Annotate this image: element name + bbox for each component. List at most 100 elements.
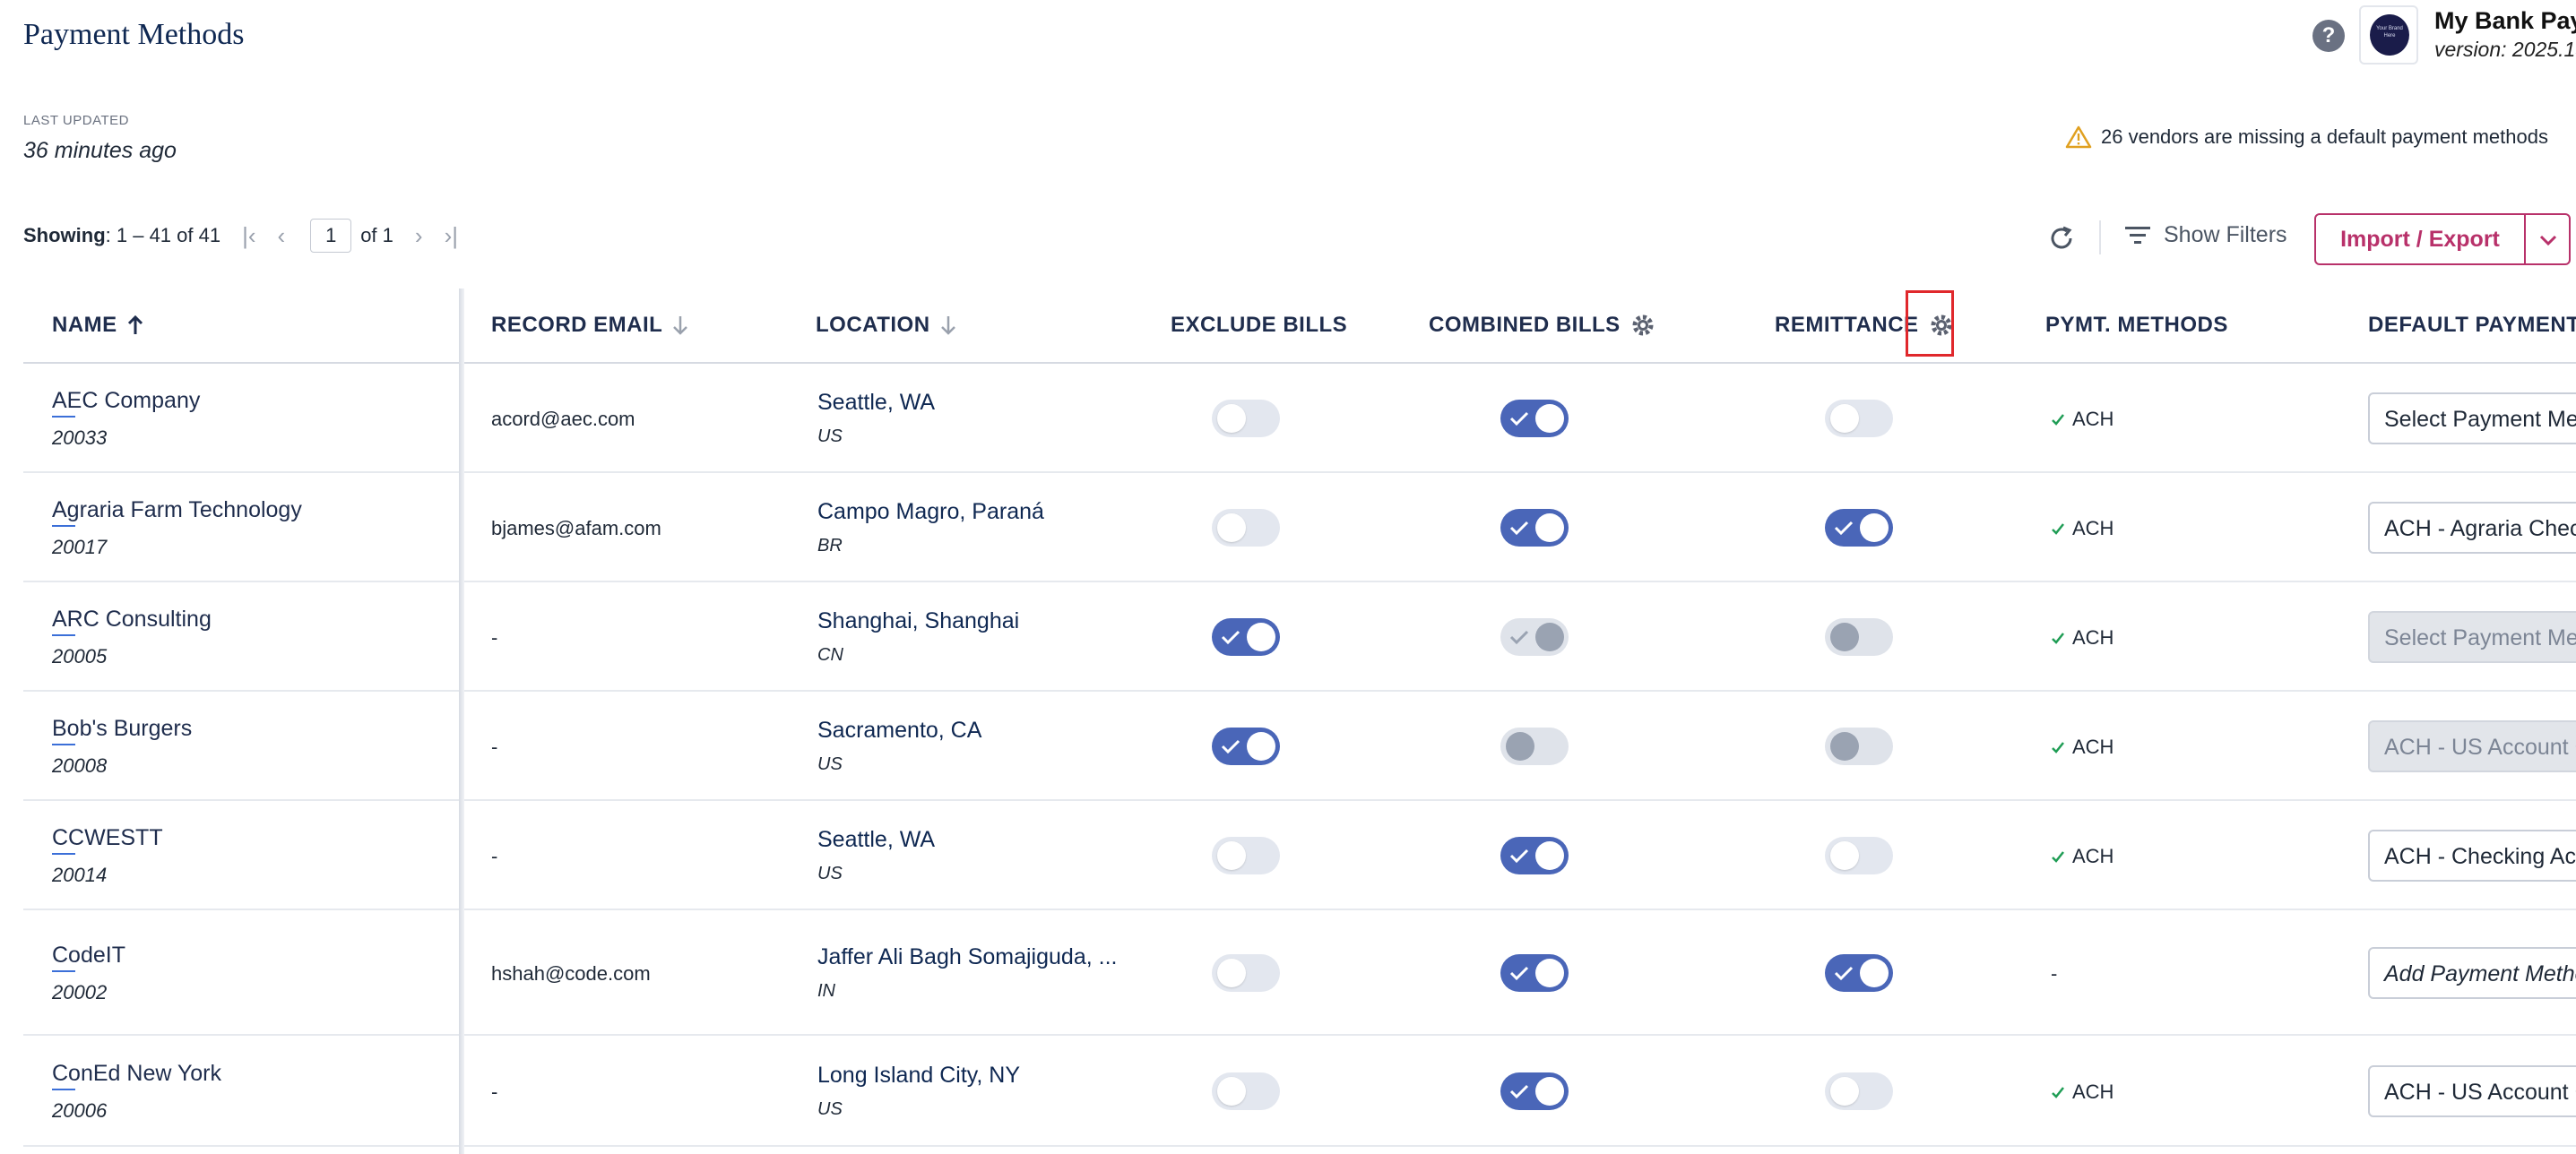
default-payment-select[interactable]: ACH - Checking Account bbox=[2368, 830, 2576, 882]
vendor-name[interactable]: ARC Consulting bbox=[52, 607, 212, 636]
location-cell: Sacramento, CA US bbox=[817, 718, 981, 775]
location-city: Long Island City, NY bbox=[817, 1063, 1021, 1088]
location-country: CN bbox=[817, 645, 843, 665]
toggle-knob bbox=[1535, 623, 1564, 651]
remittance-toggle[interactable] bbox=[1825, 400, 1893, 437]
vendor-name-cell[interactable]: ConEd New York 20006 bbox=[52, 1061, 221, 1123]
avatar: Your Brand Here bbox=[2370, 14, 2409, 56]
default-payment-select[interactable]: ACH - US Account Checking bbox=[2368, 1065, 2576, 1117]
exclude-bills-toggle[interactable] bbox=[1212, 400, 1280, 437]
chevron-down-icon bbox=[2539, 235, 2557, 246]
default-payment-select[interactable]: Select Payment Method bbox=[2368, 392, 2576, 444]
show-filters-button[interactable]: Show Filters bbox=[2124, 222, 2287, 248]
brand-version: version: 2025.15 bbox=[2434, 38, 2576, 61]
check-icon bbox=[2052, 414, 2064, 426]
record-email: - bbox=[491, 1081, 498, 1103]
remittance-toggle[interactable] bbox=[1825, 509, 1893, 547]
column-header-name[interactable]: NAME bbox=[52, 288, 144, 362]
payment-methods-cell: ACH bbox=[2051, 517, 2114, 540]
payment-method-label: ACH bbox=[2072, 845, 2114, 867]
record-email-cell: - bbox=[491, 1081, 497, 1104]
combined-bills-toggle bbox=[1500, 728, 1569, 765]
vendor-name[interactable]: CodeIT bbox=[52, 943, 125, 972]
record-email: bjames@afam.com bbox=[491, 517, 661, 539]
vendor-name-cell[interactable]: CodeIT 20002 bbox=[52, 943, 125, 1004]
location-city: Seattle, WA bbox=[817, 390, 936, 415]
payment-methods-cell: ACH bbox=[2051, 626, 2114, 650]
import-export-dropdown[interactable] bbox=[2524, 213, 2571, 265]
brand-logo[interactable]: Your Brand Here bbox=[2359, 5, 2418, 65]
table-row: Agraria Farm Technology 20017 bjames@afa… bbox=[23, 473, 2576, 582]
check-icon bbox=[2052, 633, 2064, 644]
exclude-bills-toggle[interactable] bbox=[1212, 509, 1280, 547]
page-number-input[interactable] bbox=[310, 219, 352, 253]
last-updated-value: 36 minutes ago bbox=[23, 138, 177, 163]
table-row: ARC Consulting 20005 - Shanghai, Shangha… bbox=[23, 582, 2576, 692]
prev-page-icon[interactable]: ‹ bbox=[278, 222, 286, 250]
record-email-cell: - bbox=[491, 845, 497, 868]
combined-bills-toggle[interactable] bbox=[1500, 1072, 1569, 1110]
location-cell: Shanghai, Shanghai CN bbox=[817, 608, 1019, 666]
toggle-knob bbox=[1535, 959, 1564, 987]
vendor-name[interactable]: Agraria Farm Technology bbox=[52, 497, 302, 527]
check-icon bbox=[2052, 1087, 2064, 1098]
exclude-bills-toggle[interactable] bbox=[1212, 1072, 1280, 1110]
vendor-name[interactable]: ConEd New York bbox=[52, 1061, 221, 1090]
location-city: Campo Magro, Paraná bbox=[817, 499, 1044, 524]
record-email-cell: acord@aec.com bbox=[491, 408, 635, 431]
toggle-knob bbox=[1535, 1077, 1564, 1106]
remittance-toggle[interactable] bbox=[1825, 954, 1893, 992]
help-icon[interactable]: ? bbox=[2312, 20, 2345, 52]
table-row: CCWESTT 20014 - Seattle, WA US ACH ACH -… bbox=[23, 801, 2576, 910]
vendor-name[interactable]: Bob's Burgers bbox=[52, 716, 192, 745]
default-payment-select[interactable]: ACH - Agraria Checking bbox=[2368, 502, 2576, 554]
vendor-name[interactable]: AEC Company bbox=[52, 388, 200, 418]
record-email: hshah@code.com bbox=[491, 962, 651, 985]
showing-range: : 1 – 41 of 41 bbox=[105, 224, 221, 246]
exclude-bills-toggle[interactable] bbox=[1212, 954, 1280, 992]
combined-bills-toggle[interactable] bbox=[1500, 954, 1569, 992]
first-page-icon[interactable]: |‹ bbox=[242, 222, 255, 250]
last-page-icon[interactable]: ›| bbox=[445, 222, 458, 250]
table-row: CodeIT 20002 hshah@code.com Jaffer Ali B… bbox=[23, 910, 2576, 1036]
default-payment-select[interactable]: Add Payment Method bbox=[2368, 947, 2576, 999]
table-row: ConEd New York 20006 - Long Island City,… bbox=[23, 1036, 2576, 1147]
vendor-name-cell[interactable]: ARC Consulting 20005 bbox=[52, 607, 212, 668]
payment-method: ACH bbox=[2051, 626, 2114, 650]
combined-bills-toggle[interactable] bbox=[1500, 400, 1569, 437]
combined-bills-toggle[interactable] bbox=[1500, 509, 1569, 547]
vendor-name-cell[interactable]: CCWESTT 20014 bbox=[52, 825, 163, 887]
toggle-knob bbox=[1830, 623, 1859, 651]
payment-methods-cell: ACH bbox=[2051, 408, 2114, 431]
column-header-record-email[interactable]: RECORD EMAIL bbox=[491, 288, 689, 362]
next-page-icon[interactable]: › bbox=[415, 222, 423, 250]
last-updated-label: LAST UPDATED bbox=[23, 113, 129, 128]
toggle-knob bbox=[1830, 1077, 1859, 1106]
vendor-name-cell[interactable]: AEC Company 20033 bbox=[52, 388, 200, 450]
combined-bills-gear-icon[interactable] bbox=[1629, 312, 1656, 339]
vendor-name-cell[interactable]: Bob's Burgers 20008 bbox=[52, 716, 192, 778]
payment-method-label: ACH bbox=[2072, 408, 2114, 430]
combined-bills-toggle[interactable] bbox=[1500, 837, 1569, 874]
vendor-name-cell[interactable]: Agraria Farm Technology 20017 bbox=[52, 497, 302, 559]
exclude-bills-toggle[interactable] bbox=[1212, 728, 1280, 765]
payment-methods-cell: ACH bbox=[2051, 845, 2114, 868]
exclude-bills-toggle[interactable] bbox=[1212, 837, 1280, 874]
toggle-knob bbox=[1217, 404, 1246, 433]
toggle-knob bbox=[1830, 732, 1859, 761]
remittance-toggle bbox=[1825, 728, 1893, 765]
vendor-name[interactable]: CCWESTT bbox=[52, 825, 163, 855]
refresh-icon[interactable] bbox=[2045, 222, 2078, 254]
column-header-location[interactable]: LOCATION bbox=[816, 288, 957, 362]
import-export-button[interactable]: Import / Export bbox=[2314, 213, 2526, 265]
record-email: - bbox=[491, 845, 498, 867]
exclude-bills-toggle[interactable] bbox=[1212, 618, 1280, 656]
location-city: Shanghai, Shanghai bbox=[817, 608, 1020, 633]
page-title: Payment Methods bbox=[23, 18, 245, 51]
location-cell: Long Island City, NY US bbox=[817, 1063, 1020, 1120]
column-header-combined-bills-label: COMBINED BILLS bbox=[1429, 313, 1621, 337]
payment-method: ACH bbox=[2051, 1081, 2114, 1104]
show-filters-label: Show Filters bbox=[2164, 222, 2287, 247]
remittance-toggle[interactable] bbox=[1825, 837, 1893, 874]
remittance-toggle[interactable] bbox=[1825, 1072, 1893, 1110]
